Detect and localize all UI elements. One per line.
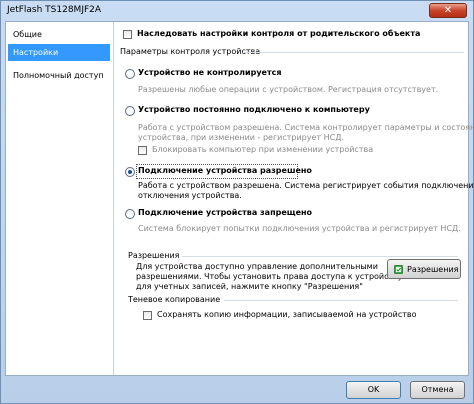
dialog-window: JetFlash TS128MJF2A ✕ Общие Настройки По…: [0, 0, 474, 404]
ok-button[interactable]: OK: [346, 381, 401, 399]
option-desc: Работа с устройством разрешена. Система …: [138, 123, 474, 132]
option-desc: отключения устройства.: [138, 191, 242, 200]
sidebar: Общие Настройки Полномочный доступ: [6, 22, 114, 375]
permissions-text: разрешениями. Чтобы установить права дос…: [136, 272, 403, 281]
shadow-copy-divider: [224, 300, 458, 301]
radio-permanently-connected-label: Устройство постоянно подключено к компью…: [138, 105, 370, 114]
shadow-copy-checkbox[interactable]: [143, 311, 152, 320]
close-button[interactable]: ✕: [429, 3, 467, 18]
cancel-button[interactable]: Отмена: [410, 381, 465, 399]
sidebar-item-mandatory-access[interactable]: Полномочный доступ: [8, 67, 110, 84]
dialog-client-area: Общие Настройки Полномочный доступ Насле…: [5, 21, 474, 376]
window-title: JetFlash TS128MJF2A: [7, 5, 102, 15]
permissions-title: Разрешения: [128, 251, 180, 260]
option-desc: Работа с устройством разрешена. Система …: [138, 181, 474, 190]
option-desc: Система блокирует попытки подключения ус…: [138, 224, 461, 233]
permissions-text: Для устройства доступно управление допол…: [136, 262, 378, 271]
title-bar: JetFlash TS128MJF2A ✕: [1, 1, 473, 21]
group-divider: [244, 52, 464, 53]
radio-connection-allowed-label: Подключение устройства разрешено: [138, 166, 312, 175]
radio-connection-allowed[interactable]: [125, 167, 135, 177]
shadow-copy-title: Теневое копирование: [128, 295, 221, 304]
sidebar-item-settings[interactable]: Настройки: [8, 44, 110, 61]
block-computer-checkbox-label: Блокировать компьютер при изменении устр…: [152, 145, 374, 154]
group-title: Параметры контроля устройства: [120, 47, 261, 56]
radio-not-controlled[interactable]: [125, 69, 135, 79]
option-desc: устройства, при изменении - регистрирует…: [138, 133, 345, 142]
permissions-button-label: Разрешения: [407, 265, 459, 274]
radio-connection-forbidden-label: Подключение устройства запрещено: [138, 208, 313, 217]
sidebar-item-general[interactable]: Общие: [8, 26, 110, 43]
settings-panel: Наследовать настройки контроля от родите…: [114, 22, 474, 375]
inherit-checkbox[interactable]: [123, 30, 132, 39]
shadow-copy-checkbox-label: Сохранять копию информации, записываемой…: [157, 310, 417, 319]
permissions-divider: [182, 256, 458, 257]
inherit-checkbox-label: Наследовать настройки контроля от родите…: [137, 29, 421, 38]
permissions-button[interactable]: Разрешения: [387, 259, 461, 279]
radio-not-controlled-label: Устройство не контролируется: [138, 68, 282, 77]
option-desc: Разрешены любые операции с устройством. …: [138, 85, 439, 94]
permissions-icon: [394, 265, 403, 274]
radio-connection-forbidden[interactable]: [125, 209, 135, 219]
block-computer-checkbox[interactable]: [138, 146, 147, 155]
permissions-text: для учетных записей, нажмите кнопку "Раз…: [136, 282, 363, 291]
radio-permanently-connected[interactable]: [125, 106, 135, 116]
